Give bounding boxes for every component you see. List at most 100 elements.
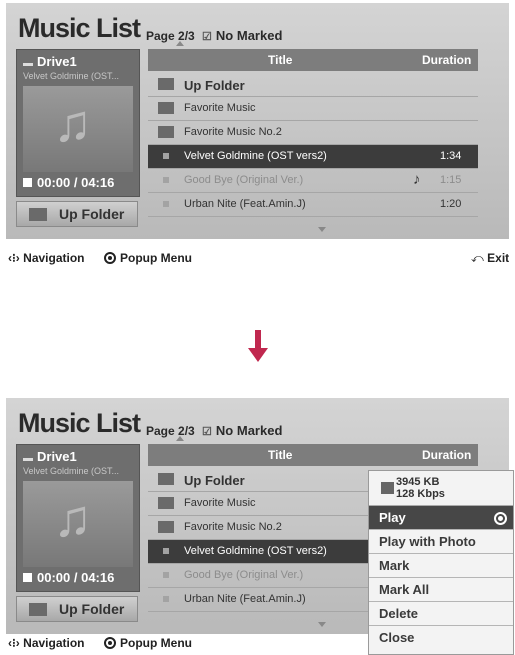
up-folder-button-label: Up Folder bbox=[59, 601, 125, 617]
list-item-title: Favorite Music bbox=[184, 497, 256, 509]
list-item[interactable]: Up Folder bbox=[148, 73, 478, 97]
album-label: Velvet Goldmine (OST... bbox=[23, 466, 120, 476]
menu-item-label: Play with Photo bbox=[379, 534, 476, 549]
list-item-title: Urban Nite (Feat.Amin.J) bbox=[184, 593, 306, 605]
navigation-hint-label: Navigation bbox=[23, 251, 85, 265]
list-item-title: Urban Nite (Feat.Amin.J) bbox=[184, 198, 306, 210]
folder-icon bbox=[158, 78, 174, 90]
menu-item-play[interactable]: Play bbox=[369, 506, 513, 530]
up-folder-button[interactable]: Up Folder bbox=[16, 596, 138, 622]
now-playing-panel: ▬ Drive1 Velvet Goldmine (OST... ♫ 00:00 … bbox=[16, 49, 140, 197]
list-item-duration: 1:34 bbox=[440, 150, 462, 162]
music-file-icon bbox=[163, 596, 169, 602]
marked-status: No Marked bbox=[215, 28, 283, 43]
page-info: Page 2/3 ☑ No Marked bbox=[146, 28, 282, 43]
duration-column-header: Duration bbox=[422, 53, 472, 67]
list-item-title: Velvet Goldmine (OST vers2) bbox=[184, 150, 327, 162]
menu-item-label: Delete bbox=[379, 606, 419, 621]
exit-hint[interactable]: ⤺ Exit bbox=[471, 251, 509, 266]
scroll-up-icon[interactable] bbox=[176, 436, 184, 441]
list-item-duration: 1:20 bbox=[440, 198, 462, 210]
title-column-header: Title bbox=[268, 448, 293, 462]
return-icon: ⤺ bbox=[471, 251, 484, 265]
list-item-title: Good Bye (Original Ver.) bbox=[184, 174, 304, 186]
now-playing-icon: ♪ bbox=[413, 171, 421, 188]
stop-icon bbox=[23, 178, 32, 187]
list-item-title: Up Folder bbox=[184, 473, 245, 488]
list-header: Title Duration bbox=[148, 49, 478, 71]
radio-selected-icon bbox=[494, 512, 507, 525]
checkbox-icon: ☑ bbox=[202, 426, 212, 438]
playback-time-row: 00:00 / 04:16 bbox=[23, 570, 114, 585]
navigation-hint-label: Navigation bbox=[23, 636, 85, 650]
folder-icon bbox=[29, 208, 47, 221]
folder-icon bbox=[158, 126, 174, 138]
music-list-screen-before: Music List Page 2/3 ☑ No Marked ▬ Drive1 V… bbox=[6, 3, 509, 239]
album-cover: ♫ bbox=[23, 86, 133, 172]
folder-icon bbox=[158, 497, 174, 509]
marked-status: No Marked bbox=[215, 423, 283, 438]
popup-menu-hint: Popup Menu bbox=[104, 251, 192, 265]
menu-item-label: Play bbox=[379, 510, 406, 525]
list-item-title: Favorite Music No.2 bbox=[184, 126, 282, 138]
music-file-icon bbox=[163, 177, 169, 183]
file-size: 3945 KB bbox=[396, 476, 440, 488]
file-info-text: 3945 KB 128 Kbps bbox=[396, 476, 445, 500]
menu-item-mark[interactable]: Mark bbox=[369, 554, 513, 578]
app-title: Music List bbox=[18, 408, 141, 438]
music-note-icon: ♫ bbox=[53, 490, 92, 548]
list-header: Title Duration bbox=[148, 444, 478, 466]
file-bitrate: 128 Kbps bbox=[396, 488, 445, 500]
list-item-title: Good Bye (Original Ver.) bbox=[184, 569, 304, 581]
music-file-icon bbox=[163, 548, 169, 554]
title-column-header: Title bbox=[268, 53, 293, 67]
scroll-down-icon[interactable] bbox=[318, 622, 326, 627]
popup-menu-hint-label: Popup Menu bbox=[120, 636, 192, 650]
playback-time: 00:00 / 04:16 bbox=[37, 175, 115, 190]
menu-item-mark-all[interactable]: Mark All bbox=[369, 578, 513, 602]
folder-icon bbox=[29, 603, 47, 616]
menu-item-label: Mark bbox=[379, 558, 410, 573]
music-file-icon bbox=[163, 201, 169, 207]
menu-item-delete[interactable]: Delete bbox=[369, 602, 513, 626]
list-item[interactable]: Favorite Music No.2 bbox=[148, 121, 478, 145]
navigation-arrows-icon: ‹⁝› bbox=[8, 251, 20, 265]
exit-hint-label: Exit bbox=[487, 251, 510, 265]
duration-column-header: Duration bbox=[422, 448, 472, 462]
menu-item-close[interactable]: Close bbox=[369, 626, 513, 650]
file-icon bbox=[381, 482, 394, 494]
list-item[interactable]: Urban Nite (Feat.Amin.J) 1:20 bbox=[148, 193, 478, 217]
menu-item-label: Mark All bbox=[379, 582, 430, 597]
list-item[interactable]: Favorite Music bbox=[148, 97, 478, 121]
playback-time: 00:00 / 04:16 bbox=[37, 570, 115, 585]
popup-menu-hint: Popup Menu bbox=[104, 636, 192, 650]
hint-bar: ‹⁝› Navigation Popup Menu ⤺ Exit bbox=[6, 251, 509, 265]
drive-label: Drive1 bbox=[37, 449, 77, 464]
ok-button-icon bbox=[104, 252, 116, 264]
list-item-title: Velvet Goldmine (OST vers2) bbox=[184, 545, 327, 557]
music-file-icon bbox=[163, 572, 169, 578]
up-folder-button[interactable]: Up Folder bbox=[16, 201, 138, 227]
music-note-icon: ♫ bbox=[53, 95, 92, 153]
stop-icon bbox=[23, 573, 32, 582]
drive-label: Drive1 bbox=[37, 54, 77, 69]
page-indicator: Page 2/3 bbox=[146, 29, 195, 43]
list-item-selected[interactable]: Velvet Goldmine (OST vers2) 1:34 bbox=[148, 145, 478, 169]
popup-menu: 3945 KB 128 Kbps Play Play with Photo Mar… bbox=[368, 470, 514, 655]
scroll-down-icon[interactable] bbox=[318, 227, 326, 232]
app-title: Music List bbox=[18, 13, 141, 43]
scroll-up-icon[interactable] bbox=[176, 41, 184, 46]
navigation-arrows-icon: ‹⁝› bbox=[8, 636, 20, 650]
menu-item-play-with-photo[interactable]: Play with Photo bbox=[369, 530, 513, 554]
navigation-hint: ‹⁝› Navigation bbox=[8, 251, 85, 265]
folder-icon bbox=[158, 521, 174, 533]
page-indicator: Page 2/3 bbox=[146, 424, 195, 438]
list-item[interactable]: Good Bye (Original Ver.) ♪ 1:15 bbox=[148, 169, 478, 193]
list-item-title: Favorite Music bbox=[184, 102, 256, 114]
navigation-hint: ‹⁝› Navigation bbox=[8, 636, 85, 650]
album-label: Velvet Goldmine (OST... bbox=[23, 71, 120, 81]
music-file-icon bbox=[163, 153, 169, 159]
playback-time-row: 00:00 / 04:16 bbox=[23, 175, 114, 190]
ok-button-icon bbox=[104, 637, 116, 649]
now-playing-panel: ▬ Drive1 Velvet Goldmine (OST... ♫ 00:00 … bbox=[16, 444, 140, 592]
